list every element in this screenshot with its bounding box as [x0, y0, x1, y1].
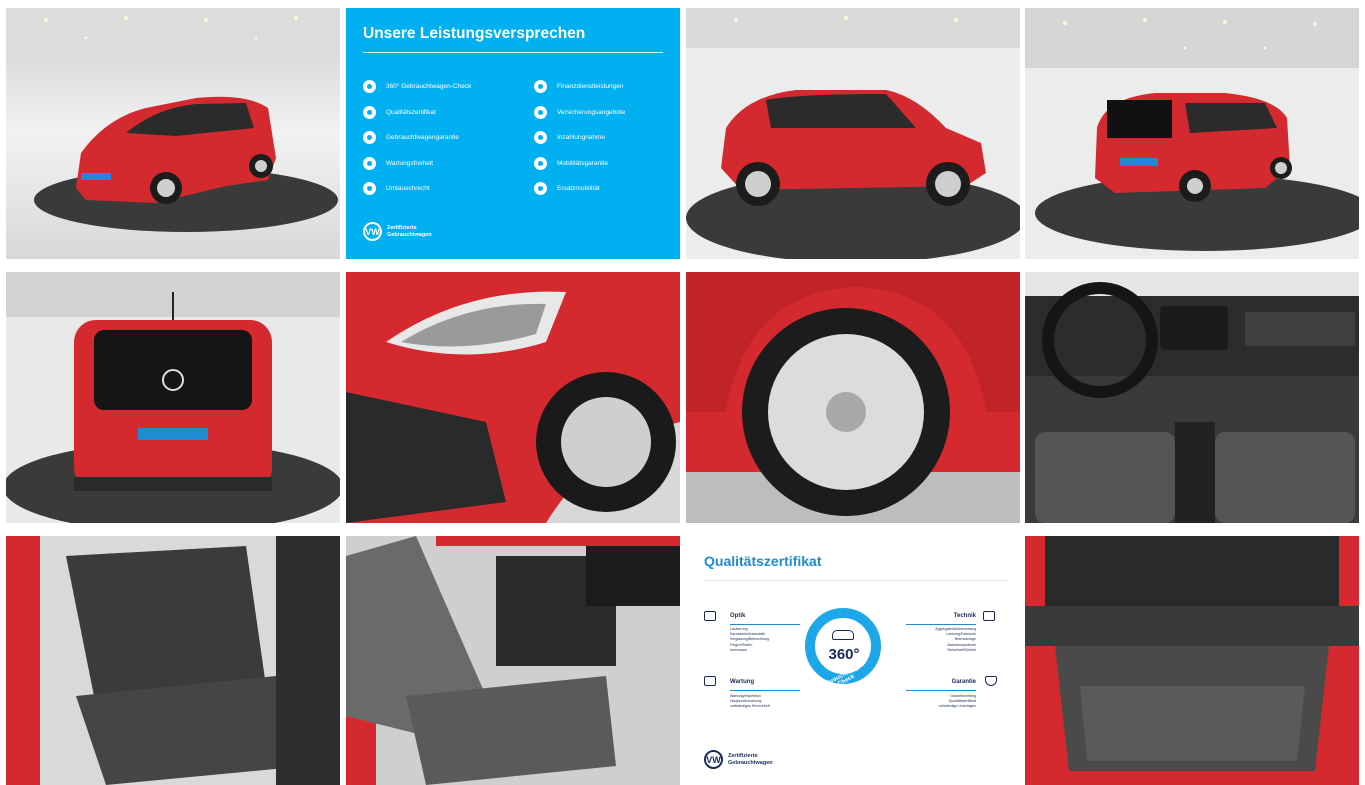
- wrench-icon: [363, 156, 376, 170]
- promise-item: Mobilitätsgarantie: [534, 151, 680, 177]
- promise-item: 360° Gebrauchtwagen-Check: [363, 74, 523, 100]
- promise-title: Unsere Leistungsversprechen: [363, 25, 586, 42]
- exchange-icon: [363, 182, 376, 196]
- photo-rear[interactable]: [6, 272, 340, 523]
- car-photo: [1025, 8, 1359, 259]
- certified-text: Zertifizierte Gebrauchtwagen: [728, 752, 773, 766]
- car-photo: [346, 536, 680, 785]
- divider: [906, 690, 976, 691]
- insurance-icon: [534, 105, 547, 119]
- promise-item: Qualitätszertifikat: [363, 100, 523, 126]
- divider: [704, 580, 1008, 581]
- vw-certified-badge: VW Zertifizierte Gebrauchtwagen: [363, 222, 447, 241]
- section-optik-label: Optik: [730, 613, 746, 619]
- car-photo: [686, 8, 1020, 259]
- photo-front-seats[interactable]: [346, 536, 680, 785]
- car-photo: [6, 272, 340, 523]
- optik-items: Lackierung Karosserie/Anbauteile Verglas…: [730, 627, 769, 652]
- divider: [730, 624, 800, 625]
- car-photo: [1025, 536, 1359, 785]
- replacement-car-icon: [534, 182, 547, 196]
- technik-items: Aggregate/Antriebsstrang Lenkung/Fahrwer…: [935, 627, 976, 652]
- promise-item: Versicherungsangebote: [534, 100, 680, 126]
- promise-list-left: 360° Gebrauchtwagen-Check Qualitätszerti…: [363, 74, 523, 202]
- section-garantie-label: Garantie: [951, 679, 976, 685]
- certified-text: Zertifizierte Gebrauchtwagen: [387, 224, 432, 238]
- car-photo: [1025, 272, 1359, 523]
- finance-icon: [534, 80, 547, 94]
- section-technik-label: Technik: [953, 613, 976, 619]
- photo-boot-interior[interactable]: [1025, 536, 1359, 785]
- promise-item: Wartungsfreiheit: [363, 151, 523, 177]
- vw-logo-icon: VW: [363, 222, 382, 241]
- vw-logo-icon: VW: [704, 750, 723, 769]
- photo-side-profile[interactable]: [686, 8, 1020, 259]
- trade-in-icon: [534, 131, 547, 145]
- car-photo: [6, 8, 340, 259]
- quality-certificate-card[interactable]: Qualitätszertifikat Optik Lackierung Kar…: [686, 536, 1020, 785]
- photo-dashboard-interior[interactable]: [1025, 272, 1359, 523]
- shield-icon: [363, 131, 376, 145]
- car-paint-icon: [704, 611, 716, 621]
- car-photo: [346, 272, 680, 523]
- promise-item: Ersatzmobilität: [534, 176, 680, 202]
- section-wartung-label: Wartung: [730, 679, 755, 685]
- certificate-icon: [363, 105, 376, 119]
- shield-check-icon: [985, 676, 997, 686]
- photo-rear-seats[interactable]: [6, 536, 340, 785]
- wartung-items: Wartung/Inspektion Hauptuntersuchung vol…: [730, 694, 770, 709]
- divider: [906, 624, 976, 625]
- car-check-icon: [983, 611, 995, 621]
- promise-item: Gebrauchtwagengarantie: [363, 125, 523, 151]
- check-circle-icon: [363, 80, 376, 94]
- promise-item: Finanzdienstleistungen: [534, 74, 680, 100]
- promise-list-right: Finanzdienstleistungen Versicherungsange…: [534, 74, 680, 202]
- car-icon: [832, 630, 854, 640]
- divider: [363, 52, 663, 53]
- garantie-items: Garantieumfang Qualitätszertifikat volls…: [938, 694, 976, 709]
- photo-front-three-quarter[interactable]: [6, 8, 340, 259]
- quality-title: Qualitätszertifikat: [704, 553, 822, 569]
- service-promise-card[interactable]: Unsere Leistungsversprechen 360° Gebrauc…: [346, 8, 680, 259]
- photo-headlight-detail[interactable]: [346, 272, 680, 523]
- mobility-icon: [534, 156, 547, 170]
- promise-item: Inzahlungnahme: [534, 125, 680, 151]
- vw-certified-badge: VW Zertifizierte Gebrauchtwagen: [704, 750, 788, 769]
- promise-item: Umtauschrecht: [363, 176, 523, 202]
- service-tools-icon: [704, 676, 716, 686]
- car-photo: [686, 272, 1020, 523]
- divider: [730, 690, 800, 691]
- photo-wheel-detail[interactable]: [686, 272, 1020, 523]
- photo-rear-three-quarter[interactable]: [1025, 8, 1359, 259]
- car-photo: [6, 536, 340, 785]
